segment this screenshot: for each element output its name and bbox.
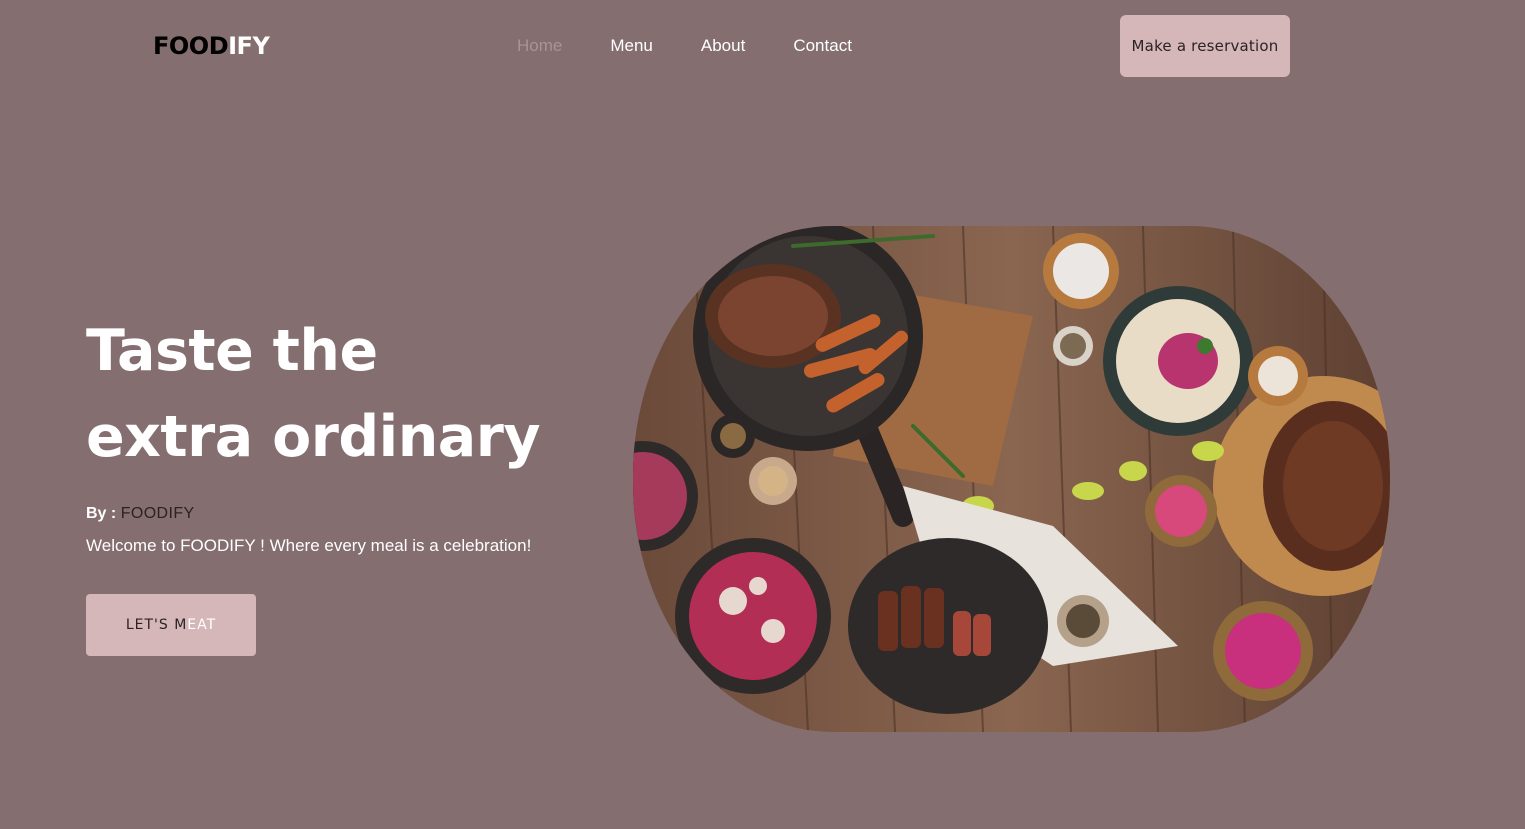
lets-meat-button[interactable]: LET'S M EAT: [86, 594, 256, 656]
byline: By : FOODIFY: [86, 504, 195, 524]
nav-contact[interactable]: Contact: [793, 35, 852, 57]
logo[interactable]: FOODIFY: [153, 31, 270, 61]
logo-part-light: IFY: [228, 32, 270, 60]
salt-bowl: [1043, 233, 1119, 309]
cta-label-part-2: EAT: [187, 617, 217, 633]
pickled-onion-bowl: [1145, 475, 1217, 547]
main-nav: Home Menu About Contact: [517, 35, 900, 57]
logo-part-dark: FOOD: [153, 32, 229, 60]
landing-page: FOODIFY Home Menu About Contact Make a r…: [0, 0, 1525, 829]
hero-title-line-2: extra ordinary: [86, 404, 541, 470]
cta-label-part-1: LET'S M: [125, 617, 188, 633]
radicchio-salad-bowl: [675, 538, 831, 694]
welcome-text: Welcome to FOODIFY ! Where every meal is…: [86, 536, 532, 555]
author-name: FOODIFY: [120, 505, 195, 522]
hero-title: Taste the extra ordinary: [86, 308, 541, 480]
taco-plate: [1103, 286, 1253, 436]
nav-about[interactable]: About: [701, 35, 745, 57]
nav-menu[interactable]: Menu: [610, 35, 653, 57]
red-cabbage-bowl: [1213, 601, 1313, 701]
by-label: By :: [86, 505, 117, 522]
food-spread-illustration: [633, 226, 1390, 732]
sliced-steak-plate: [848, 538, 1048, 714]
reservation-button[interactable]: Make a reservation: [1120, 15, 1290, 77]
food-spread-photo: [633, 226, 1390, 732]
nav-home[interactable]: Home: [517, 35, 562, 57]
hero-title-line-1: Taste the: [86, 318, 378, 384]
